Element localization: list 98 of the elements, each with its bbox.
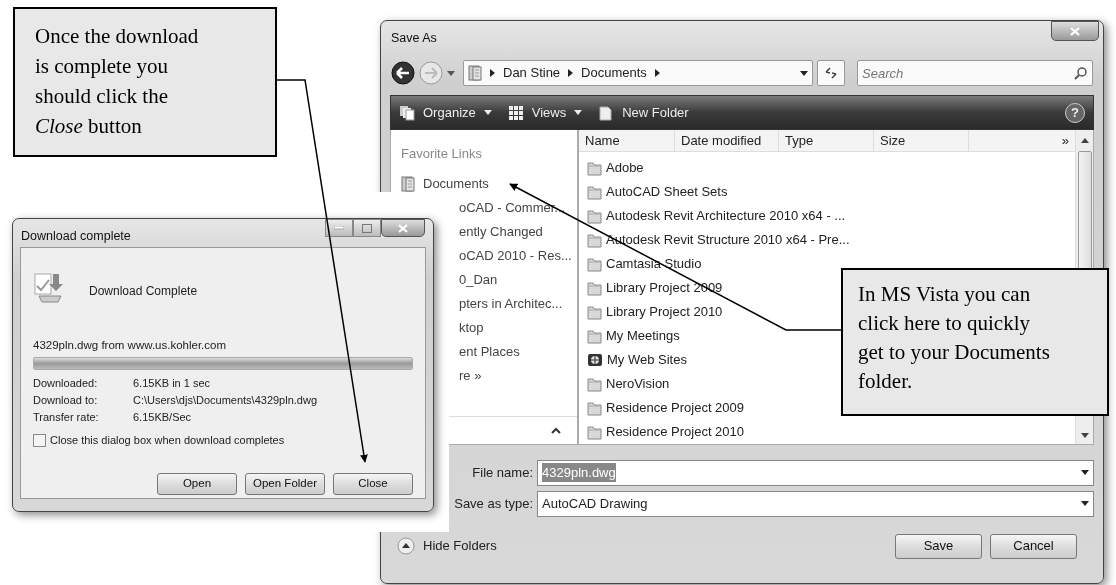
- download-icon: [33, 272, 65, 304]
- file-row[interactable]: NeroVision: [587, 372, 670, 396]
- column-header[interactable]: Date modified: [675, 130, 779, 151]
- callout-text: Once the download is complete you should click the Close button: [35, 23, 200, 140]
- document-icon: [598, 104, 615, 121]
- folder-icon: [587, 304, 602, 320]
- favorite-link[interactable]: re »: [459, 364, 482, 388]
- scroll-down-icon[interactable]: [1080, 433, 1089, 438]
- dialog-button[interactable]: Close: [333, 472, 413, 495]
- detail-label: Download to:: [33, 393, 99, 409]
- folder-icon: [587, 400, 602, 416]
- download-heading: Download Complete: [89, 283, 198, 300]
- file-row[interactable]: Camtasia Studio: [587, 252, 702, 276]
- address-bar[interactable]: Dan Stine Documents: [463, 60, 814, 86]
- chevron-icon: [568, 69, 574, 77]
- window-title: Save As: [391, 30, 437, 47]
- file-row[interactable]: My Meetings: [587, 324, 680, 348]
- close-button[interactable]: [1051, 21, 1099, 41]
- dropdown-icon[interactable]: [800, 70, 809, 76]
- detail-value: 6.15KB/Sec: [133, 410, 192, 426]
- search-icon: [1074, 67, 1087, 80]
- callout-text: In MS Vista you can click here to quickly get to your Documents folder.: [858, 281, 1051, 395]
- toolbar-button[interactable]: Organize: [399, 102, 492, 123]
- documents-icon: [468, 65, 482, 81]
- column-header[interactable]: »: [969, 130, 1075, 151]
- favorite-link[interactable]: ently Changed: [459, 220, 543, 244]
- field-label: Save as type:: [454, 495, 533, 511]
- collapse-icon: [397, 537, 415, 555]
- file-row[interactable]: Residence Project 2010: [587, 420, 745, 444]
- documents-icon: [401, 176, 415, 192]
- file-row[interactable]: AutoCAD Sheet Sets: [587, 180, 728, 204]
- detail-label: Transfer rate:: [33, 410, 100, 426]
- column-header[interactable]: Size: [874, 130, 969, 151]
- dialog-button[interactable]: Open Folder: [245, 472, 325, 495]
- detail-value: C:\Users\djs\Documents\4329pln.dwg: [133, 393, 318, 409]
- toolbar-button[interactable]: New Folder: [598, 102, 689, 123]
- favorite-link[interactable]: ktop: [459, 316, 484, 340]
- favorite-link[interactable]: oCAD 2010 - Res...: [459, 244, 572, 268]
- section-heading: Favorite Links: [401, 145, 483, 164]
- chevron-icon: [490, 69, 495, 77]
- column-header[interactable]: Name: [579, 130, 675, 151]
- back-icon[interactable]: [391, 61, 415, 85]
- dialog-button[interactable]: Cancel: [990, 533, 1077, 559]
- folder-icon: [587, 424, 602, 440]
- refresh-button[interactable]: [817, 60, 845, 86]
- folder-icon: [587, 208, 602, 224]
- minimize-button[interactable]: [325, 219, 353, 237]
- folder-icon: [587, 232, 602, 248]
- favorite-link[interactable]: pters in Architec...: [459, 292, 563, 316]
- refresh-icon: [824, 66, 839, 80]
- help-button[interactable]: ?: [1065, 102, 1085, 123]
- hide-folders-button[interactable]: Hide Folders: [397, 536, 497, 556]
- toolbar-button[interactable]: Views: [507, 102, 583, 123]
- dropdown-icon[interactable]: [1081, 470, 1089, 475]
- detail-value: 6.15KB in 1 sec: [133, 376, 211, 392]
- close-icon: [397, 222, 409, 234]
- globe-icon: [587, 352, 603, 368]
- field-label: File name:: [472, 464, 533, 480]
- search-field[interactable]: Search: [857, 60, 1093, 86]
- folder-icon: [587, 160, 602, 176]
- folder-icon: [587, 256, 602, 272]
- maximize-button[interactable]: [353, 219, 381, 237]
- favorite-link[interactable]: 0_Dan: [459, 268, 498, 292]
- grid-icon: [507, 104, 524, 121]
- folder-icon: [587, 376, 602, 392]
- column-header[interactable]: Type: [779, 130, 874, 151]
- dropdown-icon[interactable]: [1081, 501, 1089, 506]
- file-row[interactable]: Autodesk Revit Architecture 2010 x64 - ...: [587, 204, 846, 228]
- window-title: Download complete: [21, 228, 131, 245]
- file-type-dropdown[interactable]: AutoCAD Drawing: [537, 490, 1094, 517]
- pages-icon: [399, 104, 415, 121]
- file-name-field[interactable]: 4329pln.dwg: [537, 459, 1094, 486]
- folder-icon: [587, 280, 602, 296]
- close-icon: [1069, 25, 1081, 37]
- folder-icon: [587, 184, 602, 200]
- favorite-link[interactable]: ent Places: [459, 340, 520, 364]
- file-row[interactable]: Residence Project 2009: [587, 396, 745, 420]
- file-row[interactable]: My Web Sites: [587, 348, 687, 372]
- scroll-up-icon[interactable]: [1080, 138, 1089, 143]
- folder-icon: [587, 328, 602, 344]
- download-source: 4329pln.dwg from www.us.kohler.com: [33, 338, 227, 353]
- file-row[interactable]: Adobe: [587, 156, 644, 180]
- chevron-up-icon[interactable]: [551, 427, 561, 434]
- scroll-thumb[interactable]: [1077, 151, 1092, 271]
- file-row[interactable]: Library Project 2010: [587, 300, 723, 324]
- checkbox-label: Close this dialog box when download completes: [50, 433, 285, 449]
- close-button[interactable]: [381, 219, 425, 237]
- chevron-icon: [654, 69, 660, 77]
- detail-label: Downloaded:: [33, 376, 99, 392]
- breadcrumb-item[interactable]: Dan Stine: [503, 63, 561, 83]
- favorite-link[interactable]: Documents: [401, 172, 577, 196]
- maximize-icon: [362, 223, 372, 233]
- minimize-icon: [334, 226, 344, 230]
- caret-icon[interactable]: [447, 70, 455, 76]
- dialog-button[interactable]: Save: [895, 533, 982, 559]
- dialog-button[interactable]: Open: [157, 472, 237, 495]
- checkbox[interactable]: [33, 434, 46, 447]
- breadcrumb-item[interactable]: Documents: [581, 63, 647, 83]
